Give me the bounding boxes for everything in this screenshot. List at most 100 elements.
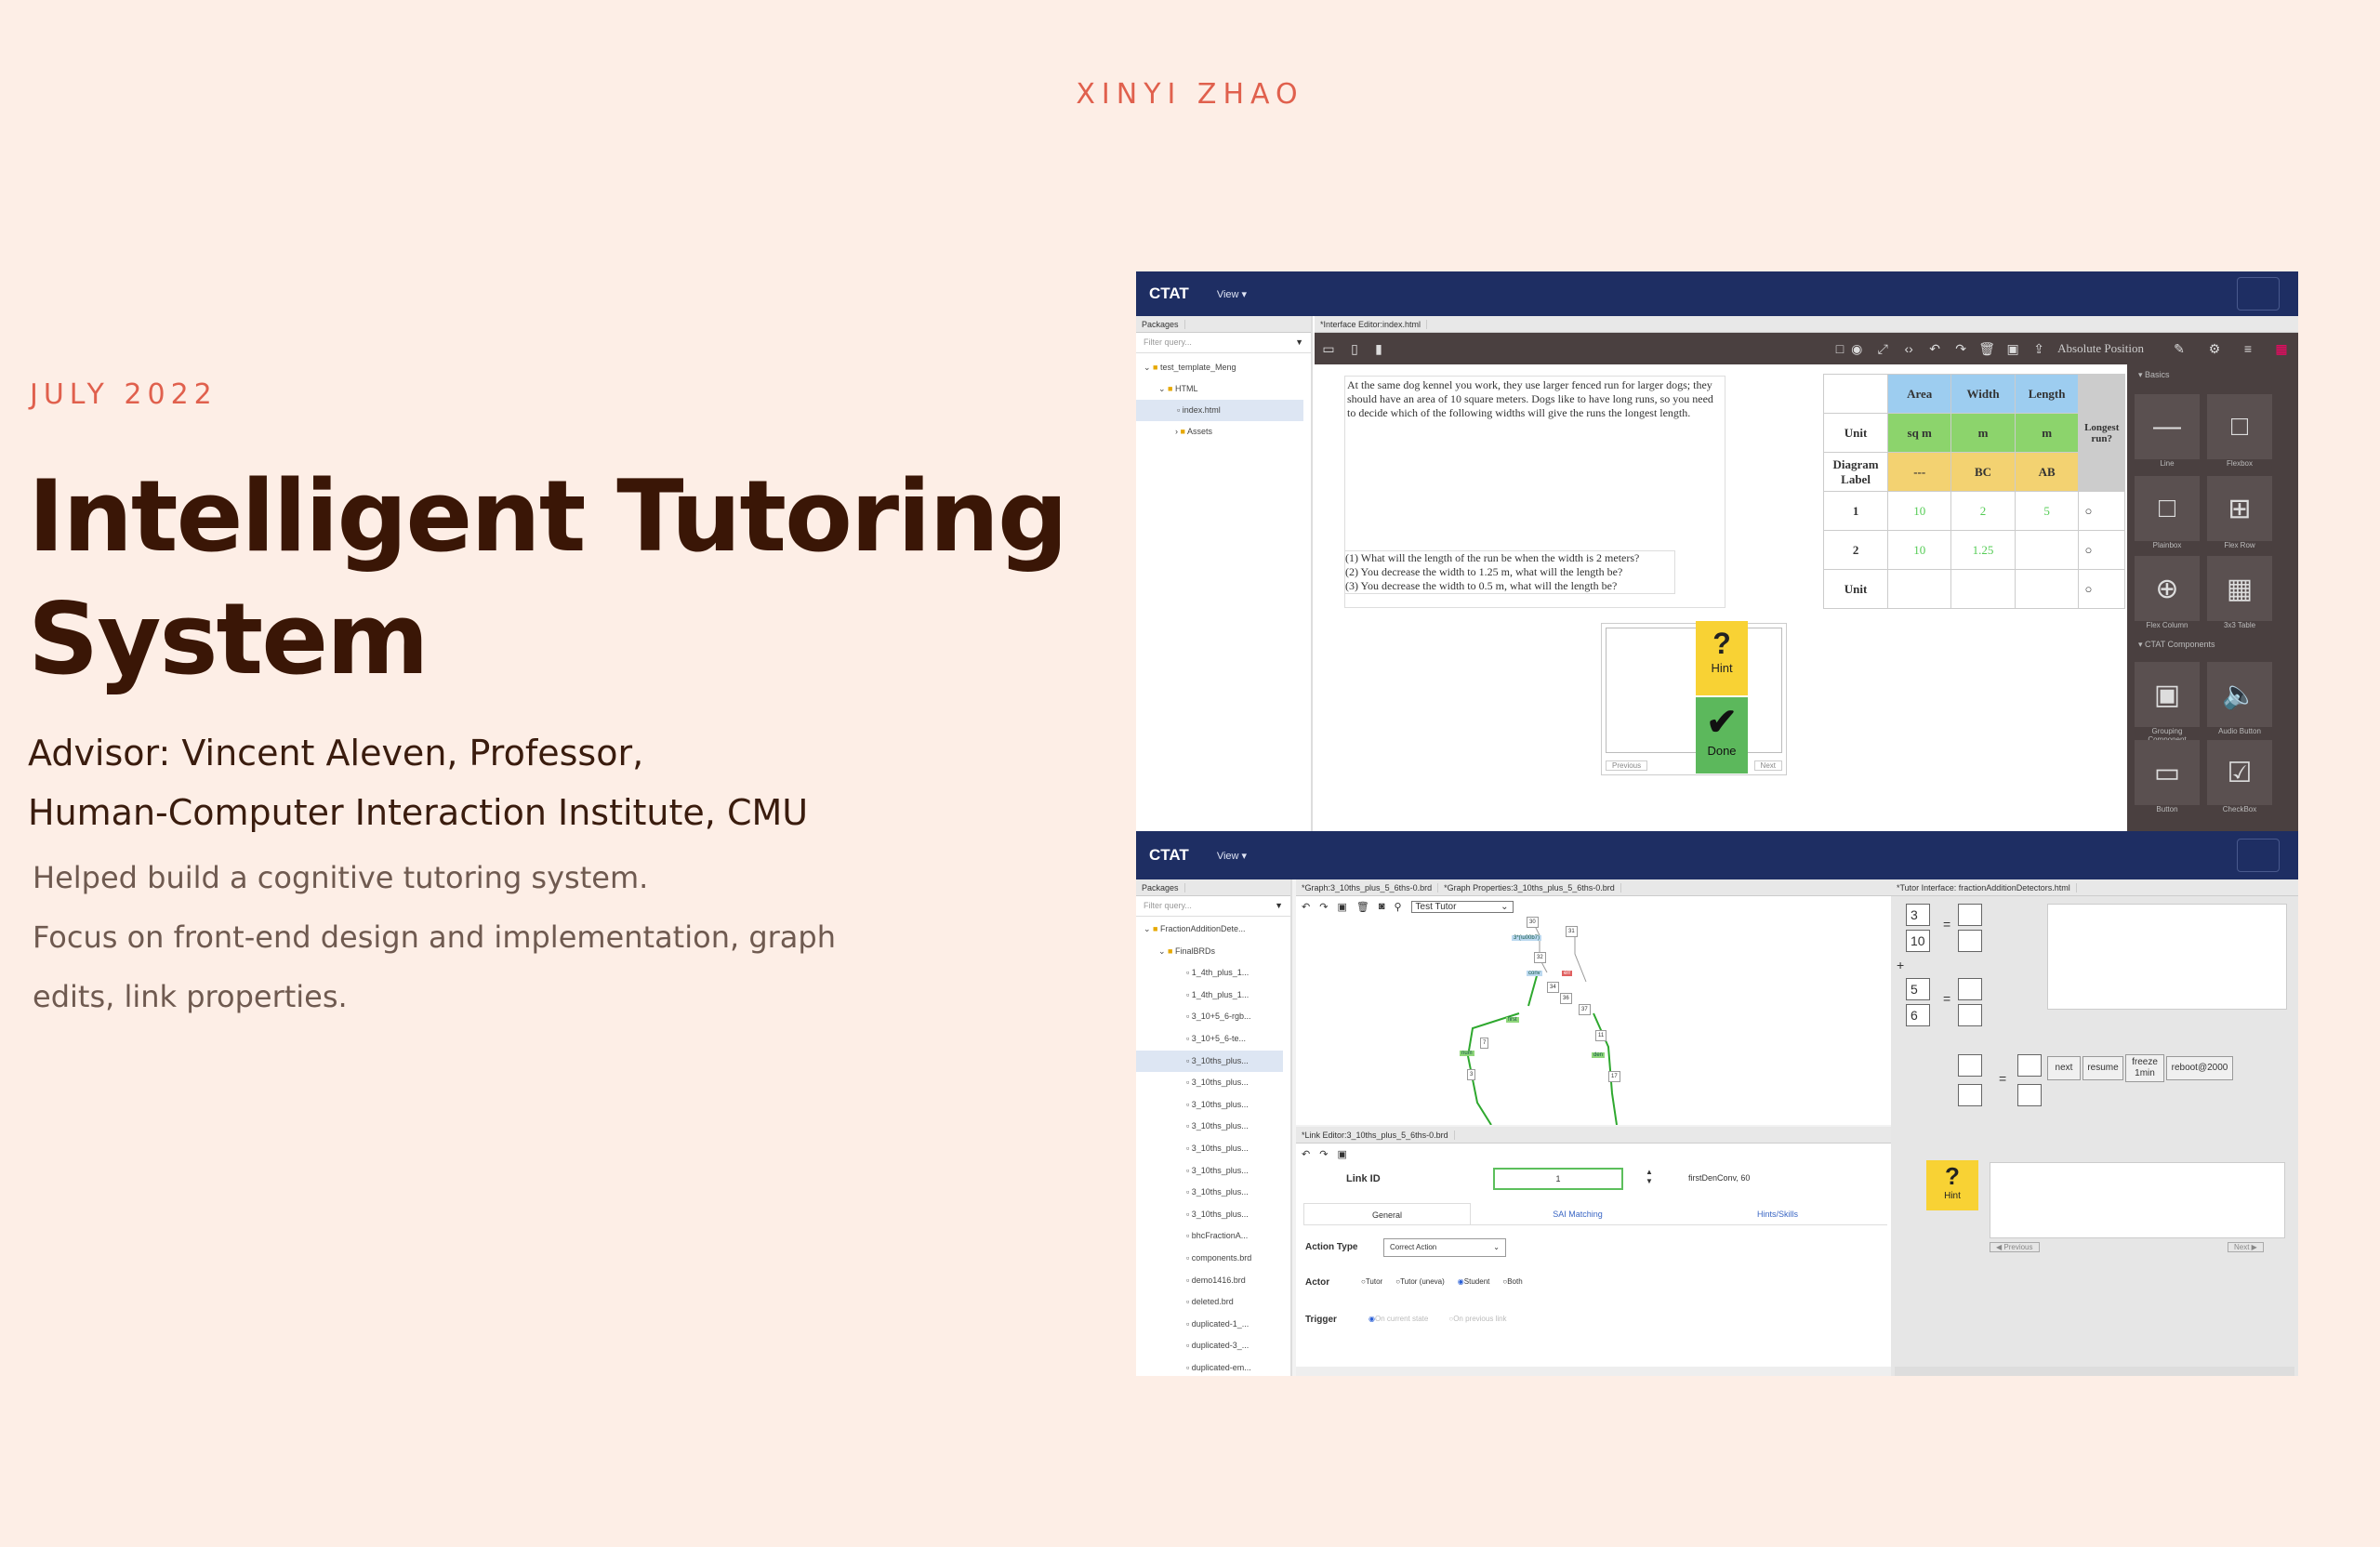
tree-file[interactable]: ▫ deleted.brd [1144, 1291, 1283, 1314]
answer-num-2[interactable] [1958, 978, 1982, 1000]
redo-icon[interactable]: ↷ [1319, 901, 1328, 913]
desktop-icon[interactable]: ▭ [1315, 341, 1342, 357]
tree-file-selected[interactable]: ▫ 3_10ths_plus... [1136, 1050, 1283, 1073]
graph-tab[interactable]: *Graph:3_10ths_plus_5_6ths-0.brd [1296, 882, 1439, 892]
trigger-previous-radio[interactable]: ○On previous link [1448, 1315, 1506, 1323]
simplified-den[interactable] [2017, 1084, 2042, 1106]
palette-plainbox[interactable]: □ Plainbox [2135, 476, 2200, 549]
camera-icon[interactable]: ◙ [1379, 901, 1385, 912]
graph-node[interactable]: 7 [1480, 1038, 1489, 1049]
cell-3-area[interactable] [1887, 569, 1952, 609]
palette-flexbox[interactable]: □ Flexbox [2207, 394, 2272, 468]
radio-2[interactable]: ○ [2078, 530, 2125, 570]
tree-folder-root[interactable]: ⌄ ■ test_template_Meng [1144, 357, 1303, 378]
tree-file[interactable]: ▫ 3_10+5_6-te... [1144, 1028, 1283, 1051]
code-icon[interactable]: ‹› [1896, 341, 1922, 356]
hint-button-2[interactable]: ? Hint [1926, 1160, 1978, 1210]
gear-icon[interactable]: ⚙ [2198, 341, 2231, 357]
tree-file[interactable]: ▫ 1_4th_plus_1... [1144, 962, 1283, 985]
tutor-tab[interactable]: *Tutor Interface: fractionAdditionDetect… [1891, 882, 2077, 892]
graph-node[interactable]: 34 [1547, 982, 1559, 993]
tab-hints-skills[interactable]: Hints/Skills [1685, 1203, 1871, 1224]
phone-icon[interactable]: ▮ [1367, 341, 1391, 357]
radio-1[interactable]: ○ [2078, 491, 2125, 531]
graph-node[interactable]: 17 [1608, 1071, 1620, 1082]
tab-sai-matching[interactable]: SAI Matching [1471, 1203, 1685, 1224]
filter-icon[interactable]: ▼ [1275, 901, 1283, 911]
redo-icon[interactable]: ↷ [1319, 1148, 1328, 1160]
done-button[interactable]: ✔ Done [1696, 697, 1748, 774]
previous-button[interactable]: Previous [1606, 760, 1648, 771]
graph-edge-label[interactable]: conv [1527, 971, 1542, 976]
tree-folder-html[interactable]: ⌄ ■ HTML [1144, 378, 1303, 400]
packages-tab[interactable]: Packages [1136, 319, 1185, 329]
eye-icon[interactable]: ◉ [1844, 341, 1870, 357]
graph-edge-label[interactable]: first [1506, 1017, 1519, 1023]
fraction-num-2[interactable]: 5 [1906, 978, 1930, 1000]
graph-node[interactable]: 36 [1560, 993, 1572, 1004]
tree-file[interactable]: ▫ 3_10ths_plus... [1144, 1094, 1283, 1117]
fraction-den-2[interactable]: 6 [1906, 1004, 1930, 1026]
trash-icon[interactable]: 🗑 [1974, 341, 2000, 357]
tab-general[interactable]: General [1303, 1203, 1471, 1224]
tree-file[interactable]: ▫ 3_10ths_plus... [1144, 1072, 1283, 1094]
tree-file[interactable]: ▫ bhcFractionA... [1144, 1225, 1283, 1248]
link-editor-tab[interactable]: *Link Editor:3_10ths_plus_5_6ths-0.brd [1296, 1130, 1455, 1140]
cell-3-width[interactable] [1950, 569, 2016, 609]
hint-button[interactable]: ? Hint [1696, 621, 1748, 695]
next-button[interactable]: next [2047, 1056, 2081, 1080]
next-button[interactable]: Next [1753, 760, 1782, 771]
sum-num[interactable] [1958, 1054, 1982, 1077]
previous-button-2[interactable]: ◀ Previous [1990, 1242, 2040, 1252]
tablet-icon[interactable]: ▯ [1342, 341, 1367, 357]
actor-tutor-uneval-radio[interactable]: ○Tutor (uneva) [1395, 1277, 1445, 1286]
tree-file[interactable]: ▫ 3_10ths_plus... [1144, 1204, 1283, 1226]
sum-den[interactable] [1958, 1084, 1982, 1106]
next-hint-button-2[interactable]: Next ▶ [2228, 1242, 2264, 1252]
graph-edge-label[interactable]: num [1460, 1051, 1474, 1056]
palette-button[interactable]: ▭ Button [2135, 740, 2200, 813]
graph-node[interactable]: 31 [1566, 926, 1578, 937]
tree-file[interactable]: ▫ 3_10ths_plus... [1144, 1160, 1283, 1183]
filter-icon[interactable]: ▼ [1295, 337, 1303, 348]
select-icon[interactable]: □ [1836, 341, 1844, 356]
brush-icon[interactable]: ✎ [2161, 341, 2198, 357]
actor-tutor-radio[interactable]: ○Tutor [1361, 1277, 1382, 1286]
reboot-button[interactable]: reboot@2000 [2166, 1056, 2233, 1080]
action-type-select[interactable]: Correct Action ⌄ [1383, 1238, 1506, 1257]
actor-student-radio[interactable]: ◉Student [1458, 1277, 1490, 1286]
horizontal-scrollbar[interactable] [1296, 1367, 1897, 1376]
tree-file[interactable]: ▫ 3_10+5_6-rgb... [1144, 1006, 1283, 1028]
tree-file[interactable]: ▫ components.brd [1144, 1248, 1283, 1270]
tree-file-index[interactable]: ▫ index.html [1136, 400, 1303, 421]
trash-icon[interactable]: 🗑 [1356, 901, 1369, 913]
tree-file[interactable]: ▫ 1_4th_plus_1... [1144, 985, 1283, 1007]
fraction-num-1[interactable]: 3 [1906, 904, 1930, 926]
palette-line[interactable]: — Line [2135, 394, 2200, 468]
editor-tab[interactable]: *Interface Editor:index.html [1315, 319, 1428, 329]
tree-file[interactable]: ▫ 3_10ths_plus... [1144, 1116, 1283, 1138]
resume-button[interactable]: resume [2082, 1056, 2123, 1080]
save-icon[interactable]: ▣ [1337, 901, 1346, 913]
palette-audio-button[interactable]: 🔈 Audio Button [2207, 662, 2272, 735]
palette-3x3-table[interactable]: ▦ 3x3 Table [2207, 556, 2272, 629]
tree-file[interactable]: ▫ duplicated-em... [1144, 1357, 1283, 1376]
answer-den-1[interactable] [1958, 930, 1982, 952]
menu-icon[interactable]: ≡ [2231, 341, 2265, 356]
graph-edge-label[interactable]: den [1592, 1052, 1606, 1058]
packages-tab-2[interactable]: Packages [1136, 882, 1185, 892]
graph-node[interactable]: 32 [1534, 952, 1546, 963]
save-icon[interactable]: ▣ [1337, 1148, 1346, 1160]
graph-node[interactable]: 30 [1527, 917, 1539, 928]
filter-query-input[interactable]: Filter query... ▼ [1136, 333, 1311, 353]
redo-icon[interactable]: ↷ [1948, 341, 1974, 357]
grid-icon[interactable]: ▦ [2265, 341, 2298, 357]
filter-query-input-2[interactable]: Filter query... ▼ [1136, 896, 1290, 917]
trigger-current-radio[interactable]: ◉On current state [1368, 1315, 1428, 1323]
undo-icon[interactable]: ↶ [1302, 1148, 1310, 1160]
undo-icon[interactable]: ↶ [1922, 341, 1948, 357]
fraction-den-1[interactable]: 10 [1906, 930, 1930, 952]
cell-2-area[interactable]: 10 [1887, 530, 1952, 570]
cell-1-width[interactable]: 2 [1950, 491, 2016, 531]
undo-icon[interactable]: ↶ [1302, 901, 1310, 913]
